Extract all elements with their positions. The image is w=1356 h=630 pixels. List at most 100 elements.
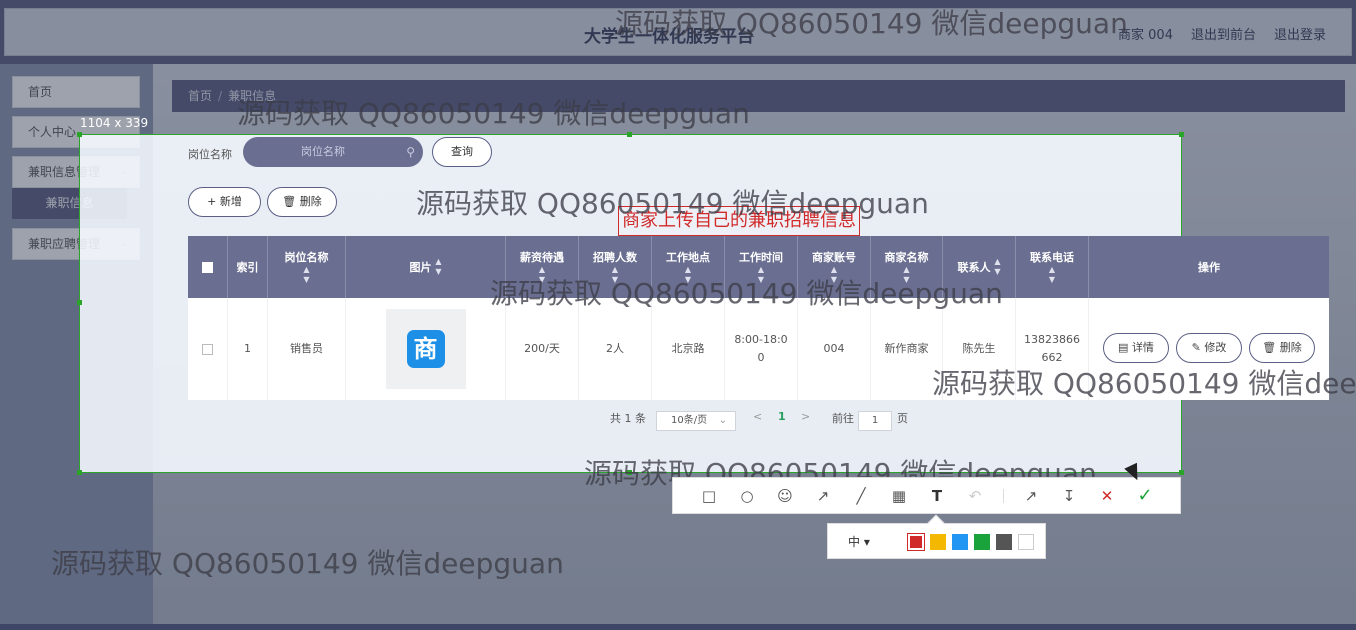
row-select-cell[interactable]: [188, 298, 228, 400]
column-header[interactable]: 薪资待遇 ▲ ▼: [506, 236, 579, 298]
cell-contact: 陈先生: [943, 298, 1016, 400]
breadcrumb: 首页 / 兼职信息: [172, 80, 1345, 112]
toolbar-divider: [1003, 489, 1004, 503]
column-header[interactable]: 联系人 ▲ ▼: [943, 236, 1016, 298]
resize-handle[interactable]: [77, 300, 82, 305]
resize-handle[interactable]: [1179, 132, 1184, 137]
column-header-label: 薪资待遇: [520, 251, 564, 264]
edit-button-label: 修改: [1204, 341, 1227, 354]
table-header: 索引 岗位名称 ▲ ▼ 图片 ▲ ▼ 薪资待遇 ▲ ▼ 招聘人数 ▲ ▼ 工作地点 ▲ ▼ 工作时…: [188, 236, 1329, 298]
pen-tool-icon[interactable]: ╱: [851, 486, 871, 506]
sidebar-item-label: 个人中心: [28, 125, 77, 139]
cancel-icon[interactable]: ✕: [1097, 486, 1117, 506]
column-header-label: 联系人: [957, 261, 991, 274]
font-size-select[interactable]: 中 ▾: [848, 533, 870, 550]
goto-label: 前往: [832, 412, 854, 425]
color-swatch-blue[interactable]: [952, 534, 968, 550]
trash-icon: 🗑: [282, 195, 300, 208]
resize-handle[interactable]: [627, 132, 632, 137]
column-header: 索引: [228, 236, 268, 298]
page-size-select[interactable]: 10条/页 ⌄: [656, 411, 736, 431]
logout-link[interactable]: 退出登录: [1274, 24, 1326, 43]
row-checkbox[interactable]: [202, 343, 213, 355]
column-header[interactable]: 岗位名称 ▲ ▼: [268, 236, 346, 298]
prev-page-button[interactable]: <: [753, 410, 762, 423]
ellipse-tool-icon[interactable]: ○: [737, 486, 757, 506]
resize-handle[interactable]: [77, 132, 82, 137]
confirm-icon[interactable]: ✓: [1135, 486, 1155, 506]
color-swatch-gray[interactable]: [996, 534, 1012, 550]
current-page-number[interactable]: 1: [778, 410, 786, 423]
select-all-cell[interactable]: [188, 236, 228, 298]
column-header-label: 工作时间: [739, 251, 783, 264]
column-header[interactable]: 联系电话 ▲ ▼: [1016, 236, 1089, 298]
sort-icon[interactable]: ▲ ▼: [994, 257, 1000, 277]
resize-handle[interactable]: [77, 470, 82, 475]
font-size-value: 中: [848, 535, 861, 549]
sort-icon[interactable]: ▲ ▼: [539, 265, 545, 285]
cell-work-time: 8:00-18:00: [725, 298, 798, 400]
search-icon: ⚲: [406, 145, 415, 159]
sort-icon[interactable]: ▲ ▼: [758, 265, 764, 285]
current-user-link[interactable]: 商家 004: [1118, 24, 1173, 43]
search-input[interactable]: 岗位名称 ⚲: [243, 137, 423, 167]
column-header[interactable]: 商家名称 ▲ ▼: [871, 236, 943, 298]
column-header: 操作: [1089, 236, 1329, 298]
emoji-tool-icon[interactable]: ☺: [775, 486, 795, 506]
breadcrumb-home[interactable]: 首页: [188, 89, 212, 103]
column-header[interactable]: 商家账号 ▲ ▼: [798, 236, 871, 298]
color-swatch-white[interactable]: [1018, 534, 1034, 550]
add-button-label: 新增: [219, 195, 242, 208]
share-icon[interactable]: ↗: [1021, 486, 1041, 506]
undo-icon[interactable]: ↶: [965, 486, 985, 506]
sidebar-item-home[interactable]: 首页: [12, 76, 140, 108]
cell-merchant-account: 004: [798, 298, 871, 400]
cell-image: 商: [346, 298, 506, 400]
column-header[interactable]: 图片 ▲ ▼: [346, 236, 506, 298]
bottom-scrollbar[interactable]: [0, 624, 1356, 630]
text-tool-icon[interactable]: T: [927, 486, 947, 506]
column-header[interactable]: 工作时间 ▲ ▼: [725, 236, 798, 298]
batch-delete-button[interactable]: 🗑 删除: [267, 187, 337, 217]
next-page-button[interactable]: >: [801, 410, 810, 423]
resize-handle[interactable]: [1179, 470, 1184, 475]
site-title: 大学生一体化服务平台: [584, 27, 754, 47]
chevron-down-icon: ⌄: [718, 415, 727, 426]
column-header-label: 索引: [236, 261, 259, 274]
back-to-frontend-link[interactable]: 退出到前台: [1191, 24, 1256, 43]
sort-icon[interactable]: ▲ ▼: [685, 265, 691, 285]
sort-icon[interactable]: ▲ ▼: [612, 265, 618, 285]
goto-page-input[interactable]: 1: [858, 411, 892, 431]
capture-size-label: 1104 x 339: [80, 116, 149, 130]
sort-icon[interactable]: ▲ ▼: [435, 257, 441, 277]
column-header[interactable]: 工作地点 ▲ ▼: [652, 236, 725, 298]
download-icon[interactable]: ↧: [1059, 486, 1079, 506]
color-swatch-green[interactable]: [974, 534, 990, 550]
column-header-label: 操作: [1198, 261, 1220, 274]
mosaic-tool-icon[interactable]: ▦: [889, 486, 909, 506]
add-button[interactable]: + 新增: [188, 187, 261, 217]
select-all-checkbox[interactable]: [202, 261, 213, 273]
column-header-label: 工作地点: [666, 251, 710, 264]
rectangle-tool-icon[interactable]: □: [699, 486, 719, 506]
color-swatch-yellow[interactable]: [930, 534, 946, 550]
resize-handle[interactable]: [627, 470, 632, 475]
header-links: 商家 004 退出到前台 退出登录: [1118, 24, 1326, 43]
sort-icon[interactable]: ▲ ▼: [303, 265, 309, 285]
sort-icon[interactable]: ▲ ▼: [903, 265, 909, 285]
detail-button[interactable]: ▤ 详情: [1103, 333, 1169, 363]
merchant-logo-icon: 商: [406, 330, 445, 368]
document-icon: ▤: [1118, 341, 1132, 354]
edit-button[interactable]: ✎ 修改: [1176, 333, 1242, 363]
arrow-tool-icon[interactable]: ↗: [813, 486, 833, 506]
column-header-label: 岗位名称: [284, 251, 329, 264]
job-image[interactable]: 商: [385, 309, 466, 389]
delete-button[interactable]: 🗑 删除: [1249, 333, 1315, 363]
sort-icon[interactable]: ▲ ▼: [831, 265, 837, 285]
query-button[interactable]: 查询: [432, 137, 492, 167]
color-swatch-red[interactable]: [908, 534, 924, 550]
text-annotation[interactable]: 商家上传自己的兼职招聘信息: [618, 206, 860, 236]
cell-salary: 200/天: [506, 298, 579, 400]
column-header[interactable]: 招聘人数 ▲ ▼: [579, 236, 652, 298]
sort-icon[interactable]: ▲ ▼: [1049, 265, 1055, 285]
